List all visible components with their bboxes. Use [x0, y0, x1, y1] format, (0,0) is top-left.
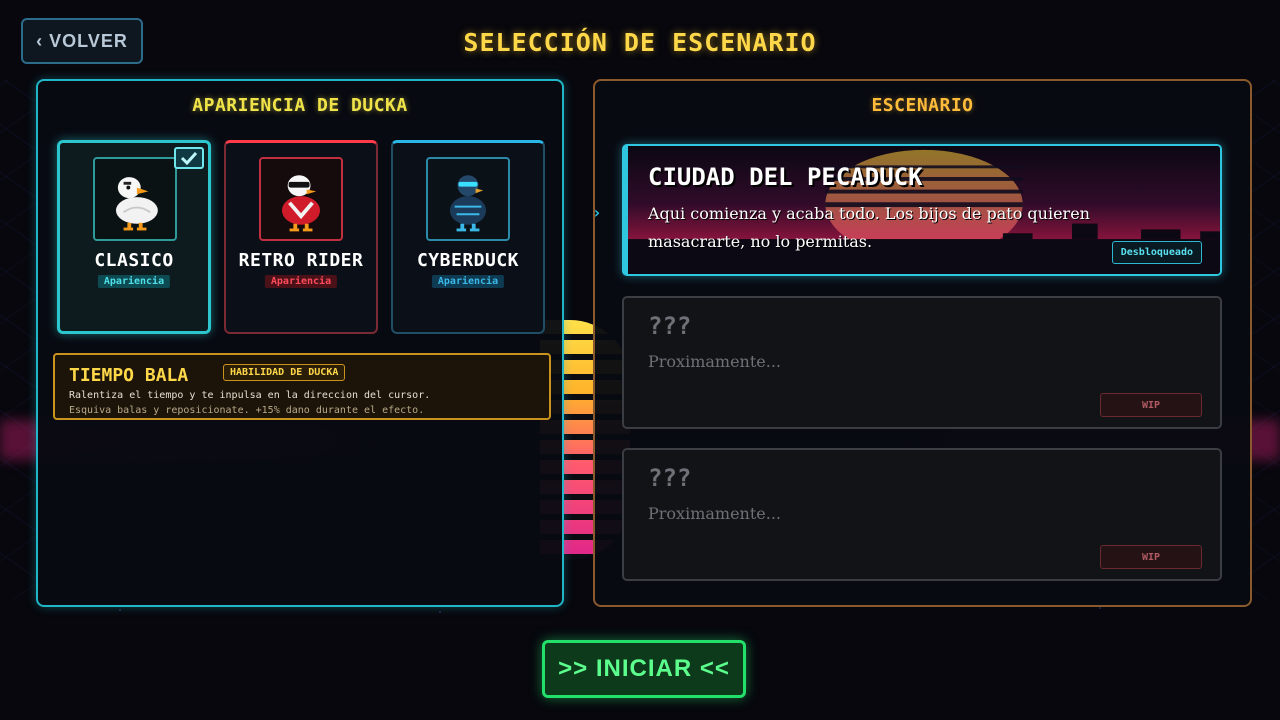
ability-name: TIEMPO BALA — [69, 365, 189, 386]
skin-name: RETRO RIDER — [238, 250, 364, 271]
wip-badge: WIP — [1100, 393, 1202, 417]
skin-name: CLASICO — [94, 250, 174, 271]
skins-panel-title: APARIENCIA DE DUCKA — [192, 95, 408, 116]
duck-classic-portrait — [93, 157, 177, 241]
duck-cyber-portrait — [426, 157, 510, 241]
duck-retro-portrait — [259, 157, 343, 241]
scenario-description: Proximamente... — [648, 504, 781, 523]
ability-detail: Esquiva balas y reposicionate. +15% dano… — [69, 405, 425, 416]
page-title: SELECCIÓN DE ESCENARIO — [463, 28, 817, 57]
scenario-card-city[interactable]: CIUDAD DEL PECADUCK Aqui comienza y acab… — [622, 144, 1222, 276]
start-button[interactable]: >> INICIAR << — [542, 640, 746, 698]
scenario-panel-title: ESCENARIO — [871, 95, 974, 116]
ability-box: TIEMPO BALA HABILIDAD DE DUCKA Ralentiza… — [53, 353, 551, 420]
duck-retro-icon — [281, 175, 321, 232]
start-label: >> INICIAR << — [558, 655, 730, 682]
skin-card-clasico[interactable]: CLASICO Apariencia — [57, 140, 211, 334]
selected-check-icon — [174, 147, 204, 169]
selection-arrow-icon: › — [592, 203, 602, 222]
wip-badge: WIP — [1100, 545, 1202, 569]
skin-card-retro-rider[interactable]: RETRO RIDER Apariencia — [224, 140, 378, 334]
skin-tag: Apariencia — [431, 275, 505, 288]
scenario-description: Aqui comienza y acaba todo. Los bijos de… — [648, 204, 1090, 251]
skins-panel: APARIENCIA DE DUCKA CLASICO Apariencia R… — [36, 79, 564, 607]
scenario-title: ??? — [648, 312, 692, 340]
scenario-description: Proximamente... — [648, 352, 781, 371]
duck-classic-icon — [115, 177, 158, 231]
ability-description: Ralentiza el tiempo y te inpulsa en la d… — [69, 390, 431, 401]
duck-cyber-icon — [449, 175, 487, 232]
scenario-title: CIUDAD DEL PECADUCK — [648, 163, 923, 191]
skin-tag: Apariencia — [264, 275, 338, 288]
ability-badge: HABILIDAD DE DUCKA — [223, 364, 346, 381]
scenario-card-locked-2[interactable]: ??? Proximamente... WIP — [622, 448, 1222, 581]
scenario-card-locked-1[interactable]: ??? Proximamente... WIP — [622, 296, 1222, 429]
scenario-title: ??? — [648, 464, 692, 492]
unlocked-badge: Desbloqueado — [1111, 241, 1202, 264]
skin-card-cyberduck[interactable]: CYBERDUCK Apariencia — [391, 140, 545, 334]
skin-tag: Apariencia — [97, 275, 171, 288]
skin-name: CYBERDUCK — [416, 250, 520, 271]
